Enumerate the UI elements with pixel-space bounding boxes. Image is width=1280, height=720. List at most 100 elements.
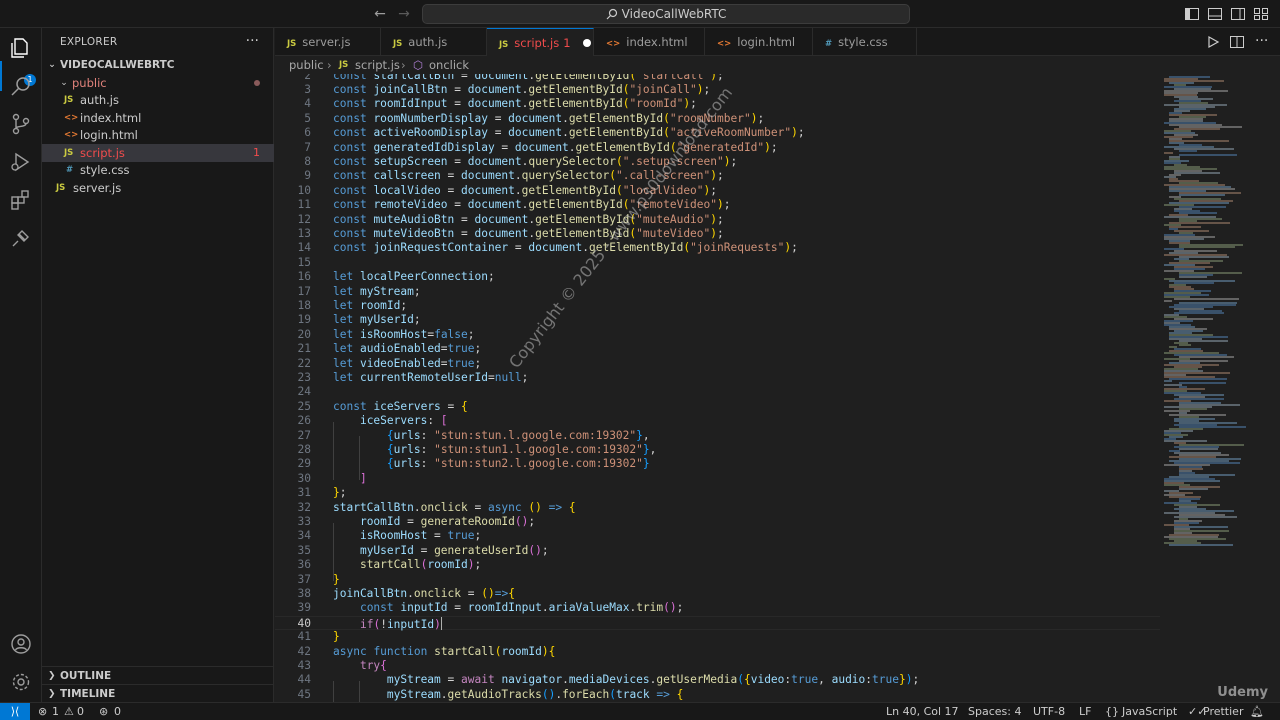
toggle-secondary-sidebar-icon[interactable] [1230, 6, 1246, 22]
activity-bar: 1 [0, 28, 42, 702]
cursor-position[interactable]: Ln 40, Col 17 [886, 703, 959, 720]
code-editor[interactable]: 2 const startCallBtn = document.getElemen… [275, 74, 1160, 702]
breadcrumb: public › JS script.js › ⬡ onclick [275, 56, 1165, 74]
file-auth-js[interactable]: JS auth.js [42, 91, 274, 109]
minimap-line [1179, 382, 1226, 384]
end-of-line[interactable]: LF [1079, 703, 1091, 720]
breadcrumb-symbol[interactable]: onclick [429, 56, 469, 74]
ports-icon[interactable]: ⊛ [99, 703, 108, 720]
code-line: 35 myUserId = generateUserId(); [297, 544, 549, 557]
explorer-sidebar: EXPLORER ··· ⌄ VIDEOCALLWEBRTC ⌄ public … [42, 28, 274, 702]
ports-count[interactable]: 0 [114, 703, 121, 720]
explorer-title: EXPLORER [60, 36, 118, 48]
encoding[interactable]: UTF-8 [1033, 703, 1065, 720]
html-file-icon: <> [606, 39, 621, 49]
error-count[interactable]: 1 [52, 703, 59, 720]
forward-arrow-icon[interactable]: → [396, 6, 412, 22]
code-line: 32 startCallBtn.onclick = async () => { [297, 501, 576, 514]
explorer-files-icon[interactable] [9, 36, 33, 60]
search-icon [606, 8, 617, 20]
remote-explorer-icon[interactable] [9, 226, 33, 250]
code-line: 34 isRoomHost = true; [297, 529, 482, 542]
minimap-line [1179, 246, 1235, 248]
more-actions-icon[interactable]: ··· [246, 33, 259, 49]
code-line: 45 myStream.getAudioTracks().forEach(tra… [297, 688, 684, 701]
symbol-icon: ⬡ [413, 58, 424, 72]
minimap-line [1164, 380, 1172, 382]
tab-server-js[interactable]: JS server.js [275, 28, 381, 56]
notifications-bell-icon[interactable]: 🔔︎ [1250, 703, 1264, 720]
extensions-icon[interactable] [9, 188, 33, 212]
run-debug-icon[interactable] [9, 150, 33, 174]
code-line: 28 {urls: "stun:stun1.l.google.com:19302… [297, 443, 657, 456]
settings-gear-icon[interactable] [9, 670, 33, 694]
minimap-line [1169, 378, 1227, 380]
chevron-right-icon: ❯ [48, 689, 56, 699]
code-line: 37} [297, 573, 340, 586]
outline-section[interactable]: ❯ OUTLINE [42, 666, 274, 684]
js-file-icon: JS [56, 183, 66, 193]
code-line: 12 const muteAudioBtn = document.getEleme… [297, 213, 724, 226]
code-line: 19 let myUserId; [297, 313, 421, 326]
search-icon[interactable] [9, 74, 33, 98]
errors-icon[interactable]: ⊗ [38, 703, 47, 720]
tab-index-html[interactable]: <> index.html [594, 28, 705, 56]
breadcrumb-file[interactable]: script.js [355, 56, 400, 74]
accounts-icon[interactable] [9, 632, 33, 656]
code-line: 20 let isRoomHost=false; [297, 328, 475, 341]
code-line: 10 const localVideo = document.getElement… [297, 184, 718, 197]
breadcrumb-folder[interactable]: public [289, 56, 324, 74]
code-line: 25 const iceServers = { [297, 400, 468, 413]
toggle-panel-icon[interactable] [1207, 6, 1223, 22]
indentation[interactable]: Spaces: 4 [968, 703, 1021, 720]
file-index-html[interactable]: <> index.html [42, 109, 274, 127]
code-line: 21 let audioEnabled=true; [297, 342, 482, 355]
tab-auth-js[interactable]: JS auth.js [381, 28, 487, 56]
tab-style-css[interactable]: # style.css [813, 28, 917, 56]
text-cursor [440, 617, 442, 630]
code-line: 33 roomId = generateRoomId(); [297, 515, 536, 528]
minimap-line [1179, 448, 1218, 450]
tab-login-html[interactable]: <> login.html [705, 28, 813, 56]
minimap-line [1179, 344, 1191, 346]
editor-tab-bar: JS server.js JS auth.js JS script.js 1 <> ind… [275, 28, 1280, 56]
tab-script-js[interactable]: JS script.js 1 [487, 28, 594, 56]
minimap-line [1174, 312, 1224, 314]
code-line: 44 myStream = await navigator.mediaDevic… [297, 673, 920, 686]
remote-indicator-icon[interactable]: ⟩⟨ [0, 703, 30, 720]
minimap-line [1169, 544, 1233, 546]
toggle-sidebar-icon[interactable] [1184, 6, 1200, 22]
warning-icon[interactable]: ⚠ [64, 703, 74, 720]
split-editor-icon[interactable] [1229, 34, 1245, 50]
folder-public[interactable]: ⌄ public [42, 74, 274, 92]
back-arrow-icon[interactable]: ← [372, 6, 388, 22]
code-line: 23 let currentRemoteUserId=null; [297, 371, 529, 384]
source-control-icon[interactable] [9, 112, 33, 136]
command-center-search[interactable]: VideoCallWebRTC [422, 4, 910, 24]
file-script-js[interactable]: JS script.js 1 [42, 144, 274, 162]
more-actions-icon[interactable]: ··· [1255, 34, 1271, 50]
code-line: 11 const remoteVideo = document.getElemen… [297, 198, 731, 211]
warning-count[interactable]: 0 [77, 703, 84, 720]
customize-layout-icon[interactable] [1253, 6, 1269, 22]
minimap-line [1164, 152, 1173, 154]
formatter[interactable]: Prettier [1203, 703, 1243, 720]
language-mode[interactable]: JavaScript [1122, 703, 1177, 720]
title-bar: ← → VideoCallWebRTC [0, 0, 1280, 28]
file-login-html[interactable]: <> login.html [42, 126, 274, 144]
unsaved-dot[interactable] [582, 39, 591, 47]
file-style-css[interactable]: # style.css [42, 161, 274, 179]
minimap[interactable] [1160, 74, 1280, 702]
chevron-down-icon: ⌄ [48, 60, 56, 70]
language-braces-icon[interactable]: {} [1105, 703, 1119, 720]
minimap-line [1179, 154, 1237, 156]
run-icon[interactable] [1205, 34, 1221, 50]
timeline-section[interactable]: ❯ TIMELINE [42, 684, 274, 702]
file-server-js[interactable]: JS server.js [42, 179, 274, 197]
code-line: 43 try{ [297, 659, 387, 672]
project-folder[interactable]: ⌄ VIDEOCALLWEBRTC [42, 56, 274, 74]
code-line: 18 let roomId; [297, 299, 408, 312]
html-file-icon: <> [64, 113, 79, 123]
code-line: 6 const activeRoomDisplay = document.getE… [304, 126, 805, 139]
code-line: 38 joinCallBtn.onclick = ()=>{ [297, 587, 515, 600]
